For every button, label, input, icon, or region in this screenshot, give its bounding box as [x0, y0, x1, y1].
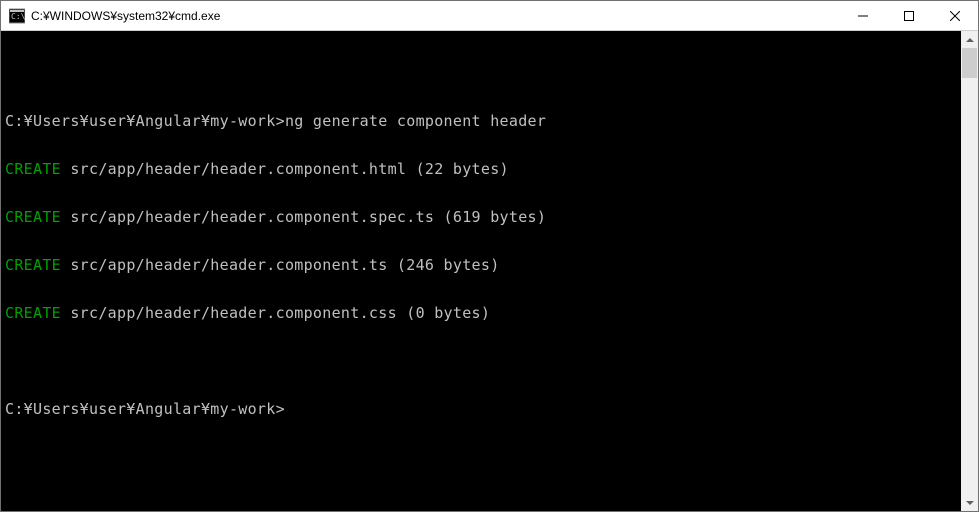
- close-button[interactable]: [932, 1, 978, 30]
- terminal-line: CREATE src/app/header/header.component.s…: [5, 209, 957, 225]
- scroll-up-icon[interactable]: [961, 31, 978, 48]
- terminal-line: C:¥Users¥user¥Angular¥my-work>: [5, 401, 957, 417]
- scrollbar-thumb[interactable]: [962, 48, 977, 78]
- create-label: CREATE: [5, 160, 61, 178]
- titlebar[interactable]: C:\ C:¥WINDOWS¥system32¥cmd.exe: [1, 1, 978, 31]
- svg-text:C:\: C:\: [11, 12, 25, 21]
- create-label: CREATE: [5, 208, 61, 226]
- prompt-text: C:¥Users¥user¥Angular¥my-work>: [5, 400, 285, 418]
- window-controls: [840, 1, 978, 30]
- terminal-content[interactable]: C:¥Users¥user¥Angular¥my-work>ng generat…: [1, 31, 961, 511]
- window-title: C:¥WINDOWS¥system32¥cmd.exe: [31, 9, 840, 23]
- output-path: src/app/header/header.component.ts (246 …: [61, 256, 500, 274]
- terminal-line: CREATE src/app/header/header.component.c…: [5, 305, 957, 321]
- create-label: CREATE: [5, 304, 61, 322]
- vertical-scrollbar[interactable]: [961, 31, 978, 511]
- terminal-line: C:¥Users¥user¥Angular¥my-work>ng generat…: [5, 113, 957, 129]
- prompt-text: C:¥Users¥user¥Angular¥my-work>: [5, 112, 285, 130]
- scroll-down-icon[interactable]: [961, 494, 978, 511]
- terminal-area: C:¥Users¥user¥Angular¥my-work>ng generat…: [1, 31, 978, 511]
- cmd-window: C:\ C:¥WINDOWS¥system32¥cmd.exe C:¥Users…: [0, 0, 979, 512]
- terminal-line: CREATE src/app/header/header.component.t…: [5, 257, 957, 273]
- maximize-button[interactable]: [886, 1, 932, 30]
- output-path: src/app/header/header.component.html (22…: [61, 160, 509, 178]
- command-text: ng generate component header: [285, 112, 546, 130]
- output-path: src/app/header/header.component.css (0 b…: [61, 304, 490, 322]
- cmd-icon: C:\: [9, 8, 25, 24]
- terminal-line: CREATE src/app/header/header.component.h…: [5, 161, 957, 177]
- minimize-button[interactable]: [840, 1, 886, 30]
- output-path: src/app/header/header.component.spec.ts …: [61, 208, 546, 226]
- create-label: CREATE: [5, 256, 61, 274]
